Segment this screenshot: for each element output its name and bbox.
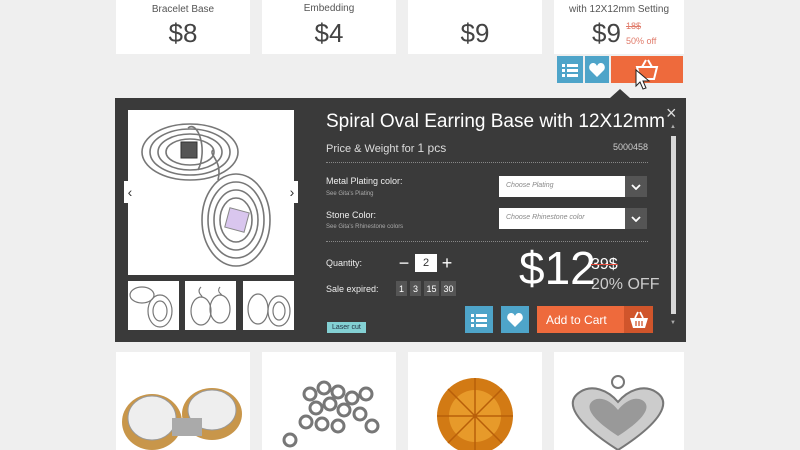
mouse-cursor-icon (635, 68, 651, 90)
quantity-label: Quantity: (326, 258, 363, 268)
product-tag: Laser cut (327, 322, 366, 333)
thumbnail-image (190, 286, 231, 326)
list-icon (471, 313, 487, 327)
product-price: $9 (592, 18, 621, 48)
close-button[interactable]: × (666, 104, 677, 122)
product-price: $9 (460, 18, 490, 48)
product-image (122, 388, 242, 450)
product-sku: 5000458 (612, 142, 648, 152)
product-card[interactable] (408, 352, 542, 450)
plating-help-link[interactable]: See Gita's Plating (326, 191, 374, 197)
quantity-increase-button[interactable]: + (439, 253, 455, 273)
product-price: $4 (314, 18, 344, 48)
list-button[interactable] (465, 306, 493, 333)
chevron-down-icon (623, 208, 647, 229)
price-weight-label: Price & Weight for 1 pcs (326, 141, 447, 155)
countdown-days: 1 (396, 281, 407, 296)
plating-placeholder: Choose Plating (506, 182, 554, 189)
scroll-down-icon[interactable]: ▼ (670, 320, 676, 328)
scrollbar-thumb[interactable] (671, 136, 676, 314)
divider (326, 162, 648, 163)
product-card[interactable] (554, 352, 684, 450)
list-button[interactable] (557, 56, 583, 83)
countdown-hours: 3 (410, 281, 421, 296)
product-main-image (128, 110, 294, 275)
wishlist-button[interactable] (501, 306, 529, 333)
scrollbar[interactable]: ▲ ▼ (668, 124, 678, 334)
discount-label: 50% off (626, 36, 657, 46)
thumbnail-image (247, 293, 291, 327)
stone-placeholder: Choose Rhinestone color (506, 214, 585, 221)
heart-icon (589, 62, 605, 77)
thumbnail-2[interactable] (185, 281, 236, 330)
countdown-seconds: 30 (441, 281, 456, 296)
product-image (437, 378, 513, 450)
stone-help-link[interactable]: See Gita's Rhinestone colors (326, 224, 403, 230)
divider (326, 241, 648, 242)
old-price: 18$ (626, 21, 642, 31)
stone-select[interactable]: Choose Rhinestone color (499, 208, 647, 229)
list-icon (562, 63, 578, 77)
add-to-cart-label: Add to Cart (546, 313, 607, 327)
panel-pointer (610, 89, 630, 98)
product-card-bracelet-base[interactable]: Bracelet Base $8 (116, 0, 250, 54)
product-card[interactable] (262, 352, 396, 450)
quantity-decrease-button[interactable]: − (396, 253, 412, 273)
thumbnail-3[interactable] (243, 281, 294, 330)
thumbnail-1[interactable] (128, 281, 179, 330)
plating-label: Metal Plating color: (326, 176, 403, 186)
countdown-minutes: 15 (424, 281, 439, 296)
product-card[interactable]: $9 (408, 0, 542, 54)
product-name: Bracelet Base (151, 4, 215, 15)
product-name: Embedding (303, 3, 355, 14)
product-title: Spiral Oval Earring Base with 12X12mm (326, 111, 665, 132)
stone-label: Stone Color: (326, 210, 377, 220)
product-card-setting[interactable]: with 12X12mm Setting $9 18$ 50% off (554, 0, 684, 54)
heart-icon (507, 312, 523, 327)
sale-expired-label: Sale expired: (326, 284, 379, 294)
product-card[interactable] (116, 352, 250, 450)
product-card-embedding[interactable]: Embedding $4 (262, 0, 396, 54)
product-price: $12 (519, 242, 596, 294)
quantity-input[interactable]: 2 (415, 254, 437, 272)
earring-image (128, 110, 294, 275)
next-image-button[interactable]: › (286, 181, 298, 203)
wishlist-button[interactable] (585, 56, 609, 83)
prev-image-button[interactable]: ‹ (124, 181, 136, 203)
product-image (282, 380, 380, 448)
product-name: with 12X12mm Setting (568, 4, 670, 15)
chevron-down-icon (623, 176, 647, 197)
thumbnail-image (129, 286, 173, 328)
cart-icon (624, 306, 653, 333)
old-price: 39$ (591, 256, 618, 273)
product-price: $8 (168, 18, 198, 48)
scroll-up-icon[interactable]: ▲ (670, 124, 676, 132)
product-image (571, 375, 665, 450)
plating-select[interactable]: Choose Plating (499, 176, 647, 197)
add-to-cart-button[interactable]: Add to Cart (537, 306, 653, 333)
discount-label: 20% OFF (591, 276, 660, 293)
